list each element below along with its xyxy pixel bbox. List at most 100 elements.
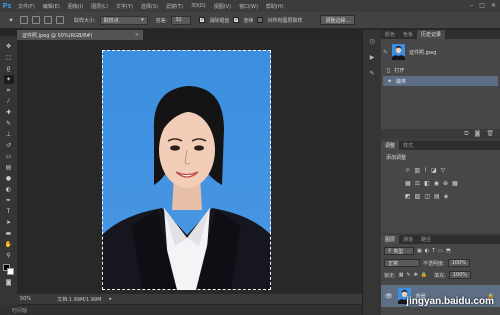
lock-position-icon[interactable]: ✥ (414, 272, 418, 278)
clone-stamp-tool-icon[interactable]: ⊥ (4, 130, 14, 139)
posterize-icon[interactable]: ▨ (415, 193, 421, 200)
opacity-input[interactable]: 100% (447, 259, 470, 267)
filter-shape-icon[interactable]: ▭ (438, 248, 443, 254)
tab-color[interactable]: 颜色 (381, 30, 399, 39)
snapshot-brush-icon[interactable]: ✎ (383, 49, 388, 56)
type-tool-icon[interactable]: T (4, 207, 14, 216)
document-size[interactable]: 文档:1.99M/1.99M (57, 296, 101, 303)
magic-wand-preset-icon[interactable]: ✦ (6, 16, 16, 25)
vibrance-icon[interactable]: ▽ (441, 167, 446, 174)
curves-icon[interactable]: ⌇ (424, 167, 427, 174)
portrait-photo[interactable] (102, 50, 271, 290)
trash-icon[interactable]: 🗑 (486, 130, 494, 137)
eyedropper-tool-icon[interactable]: ⁄ (4, 97, 14, 106)
tab-swatches[interactable]: 色板 (399, 30, 417, 39)
close-icon[interactable]: ✕ (491, 2, 496, 9)
healing-brush-tool-icon[interactable]: ✚ (4, 108, 14, 117)
filter-type-icon[interactable]: T (432, 248, 435, 254)
menu-type[interactable]: 文字(Y) (112, 3, 137, 10)
crop-tool-icon[interactable]: ⌗ (4, 86, 14, 95)
lock-all-icon[interactable]: 🔒 (421, 272, 427, 278)
eraser-tool-icon[interactable]: ▭ (4, 152, 14, 161)
brush-tool-icon[interactable]: ✎ (4, 119, 14, 128)
blur-tool-icon[interactable]: ● (4, 174, 14, 183)
tab-paths[interactable]: 路径 (417, 235, 435, 244)
tolerance-input[interactable]: 32 (171, 15, 192, 25)
blend-mode-select[interactable]: 正常 (384, 259, 420, 267)
close-document-icon[interactable]: × (135, 32, 143, 38)
levels-icon[interactable]: ▥ (414, 167, 420, 174)
new-selection-icon[interactable] (20, 16, 28, 24)
rectangle-tool-icon[interactable]: ▬ (4, 229, 14, 238)
maximize-icon[interactable]: □ (479, 2, 485, 9)
menu-help[interactable]: 帮助(H) (262, 3, 288, 10)
subtract-selection-icon[interactable] (44, 16, 52, 24)
new-snapshot-icon[interactable]: ◙ (475, 130, 481, 137)
menu-3d[interactable]: 3D(D) (187, 3, 210, 9)
menu-edit[interactable]: 编辑(E) (39, 3, 64, 10)
menu-window[interactable]: 窗口(W) (235, 3, 262, 10)
menu-select[interactable]: 选择(S) (137, 3, 162, 10)
black-white-icon[interactable]: ◧ (424, 180, 430, 187)
sample-size-select[interactable]: 取样点 ▾ (99, 15, 148, 25)
document-tab[interactable]: 证件照.jpeg @ 50%(RGB/8#) × (17, 30, 143, 40)
refine-edge-button[interactable]: 调整边缘... (320, 15, 356, 25)
gradient-tool-icon[interactable]: ▤ (4, 163, 14, 172)
exposure-icon[interactable]: ◪ (431, 167, 437, 174)
lock-transparent-icon[interactable]: ▦ (399, 272, 404, 278)
menu-view[interactable]: 视图(V) (210, 3, 235, 10)
filter-adjustment-icon[interactable]: ◐ (425, 248, 429, 254)
eye-icon[interactable]: 👁 (385, 293, 393, 300)
filter-smart-object-icon[interactable]: ⬒ (446, 248, 451, 254)
menu-filter[interactable]: 滤镜(T) (162, 3, 187, 10)
dodge-tool-icon[interactable]: ◐ (4, 185, 14, 194)
invert-icon[interactable]: ◩ (405, 193, 411, 200)
move-tool-icon[interactable]: ✥ (4, 42, 14, 51)
add-selection-icon[interactable] (32, 16, 40, 24)
threshold-icon[interactable]: ◫ (424, 193, 430, 200)
zoom-tool-icon[interactable]: ⚲ (4, 251, 14, 260)
brightness-icon[interactable]: ☼ (405, 167, 410, 174)
minimize-icon[interactable]: – (470, 2, 473, 9)
marquee-tool-icon[interactable]: ⬚ (4, 53, 14, 62)
new-document-from-state-icon[interactable]: ⧉ (464, 130, 468, 138)
hue-saturation-icon[interactable]: ▦ (405, 180, 411, 187)
filter-pixel-icon[interactable]: ▣ (417, 248, 422, 254)
status-arrow-icon[interactable]: ▸ (109, 296, 112, 302)
history-item-open[interactable]: ▯ 打开 (383, 65, 498, 75)
pen-tool-icon[interactable]: ✒ (4, 196, 14, 205)
menu-layer[interactable]: 图层(L) (87, 3, 112, 10)
fill-input[interactable]: 100% (448, 271, 471, 279)
intersect-selection-icon[interactable] (56, 16, 64, 24)
brush-panel-icon[interactable]: ✎ (368, 70, 377, 78)
tab-adjustments[interactable]: 调整 (381, 141, 400, 150)
tab-styles[interactable]: 样式 (399, 141, 417, 150)
contiguous-checkbox[interactable]: ✓ (233, 17, 240, 23)
zoom-level[interactable]: 50% (20, 296, 31, 302)
quick-mask-icon[interactable]: ◙ (4, 278, 14, 287)
lock-image-icon[interactable]: ✎ (406, 272, 410, 278)
history-panel-icon[interactable]: ◷ (368, 38, 377, 46)
actions-panel-icon[interactable]: ▶ (368, 54, 377, 62)
photo-filter-icon[interactable]: ◉ (434, 180, 439, 187)
sample-all-layers-checkbox[interactable] (257, 17, 264, 23)
magic-wand-tool-icon[interactable]: ✦ (3, 75, 14, 84)
antialias-checkbox[interactable]: ✓ (199, 17, 206, 23)
menu-image[interactable]: 图像(I) (64, 3, 87, 10)
tab-layers[interactable]: 图层 (381, 235, 400, 244)
timeline-bar[interactable]: 时间轴 (0, 305, 362, 315)
channel-mixer-icon[interactable]: ⊕ (443, 180, 448, 187)
color-swatches[interactable] (2, 264, 16, 276)
path-selection-tool-icon[interactable]: ➤ (4, 218, 14, 227)
background-color-swatch[interactable] (6, 268, 14, 275)
history-snapshot[interactable]: ✎ 证件照.jpeg (383, 43, 498, 61)
lasso-tool-icon[interactable]: ϱ (4, 64, 14, 73)
menu-file[interactable]: 文件(F) (14, 3, 39, 10)
selective-color-icon[interactable]: ◈ (444, 193, 449, 200)
tab-history[interactable]: 历史记录 (417, 30, 446, 39)
layer-filter-select[interactable]: ⚲ 类型 (384, 247, 414, 255)
history-item-magic-wand[interactable]: ✦ 魔棒 (383, 76, 498, 86)
color-balance-icon[interactable]: ⚖ (415, 180, 420, 187)
tab-channels[interactable]: 通道 (399, 235, 417, 244)
history-brush-tool-icon[interactable]: ↺ (4, 141, 14, 150)
